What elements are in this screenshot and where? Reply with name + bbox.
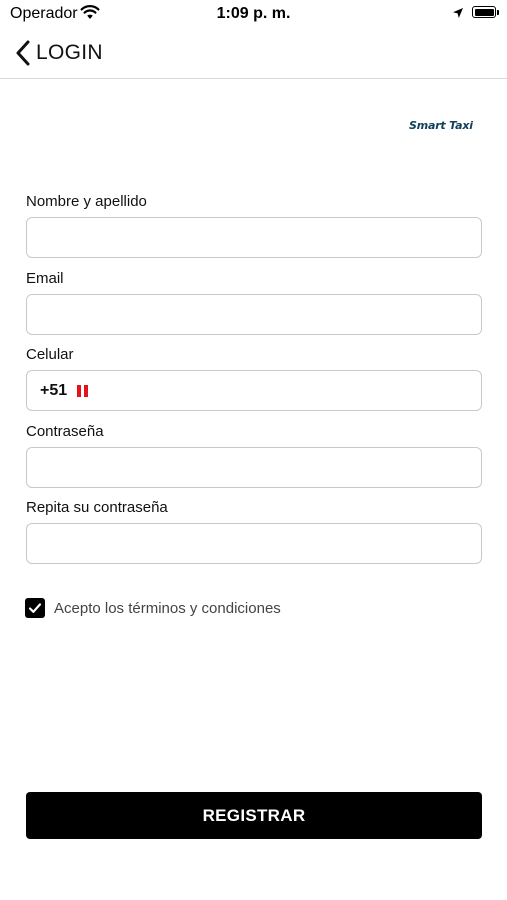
navigation-bar: LOGIN bbox=[0, 28, 507, 79]
confirm-password-label: Repita su contraseña bbox=[26, 499, 168, 516]
status-bar: Operador 1:09 p. m. bbox=[0, 0, 507, 28]
battery-icon bbox=[472, 6, 499, 18]
email-label: Email bbox=[26, 270, 64, 287]
terms-row[interactable]: Acepto los términos y condiciones bbox=[25, 598, 281, 618]
checkmark-icon bbox=[28, 603, 42, 613]
phone-input[interactable]: +51 bbox=[26, 370, 482, 411]
location-arrow-icon bbox=[452, 6, 464, 24]
country-code[interactable]: +51 bbox=[40, 382, 67, 400]
peru-flag-icon[interactable] bbox=[77, 384, 89, 397]
terms-checkbox[interactable] bbox=[25, 598, 45, 618]
password-input[interactable] bbox=[26, 447, 482, 488]
back-button[interactable]: LOGIN bbox=[14, 38, 103, 68]
password-label: Contraseña bbox=[26, 423, 104, 440]
confirm-password-input[interactable] bbox=[26, 523, 482, 564]
phone-label: Celular bbox=[26, 346, 74, 363]
chevron-left-icon bbox=[14, 40, 32, 66]
status-time: 1:09 p. m. bbox=[216, 5, 291, 22]
full-name-label: Nombre y apellido bbox=[26, 193, 147, 210]
app-logo: Smart Taxi bbox=[409, 119, 473, 132]
back-button-label: LOGIN bbox=[36, 41, 103, 64]
email-input[interactable] bbox=[26, 294, 482, 335]
full-name-input[interactable] bbox=[26, 217, 482, 258]
terms-label[interactable]: Acepto los términos y condiciones bbox=[54, 600, 281, 617]
register-button[interactable]: REGISTRAR bbox=[26, 792, 482, 839]
